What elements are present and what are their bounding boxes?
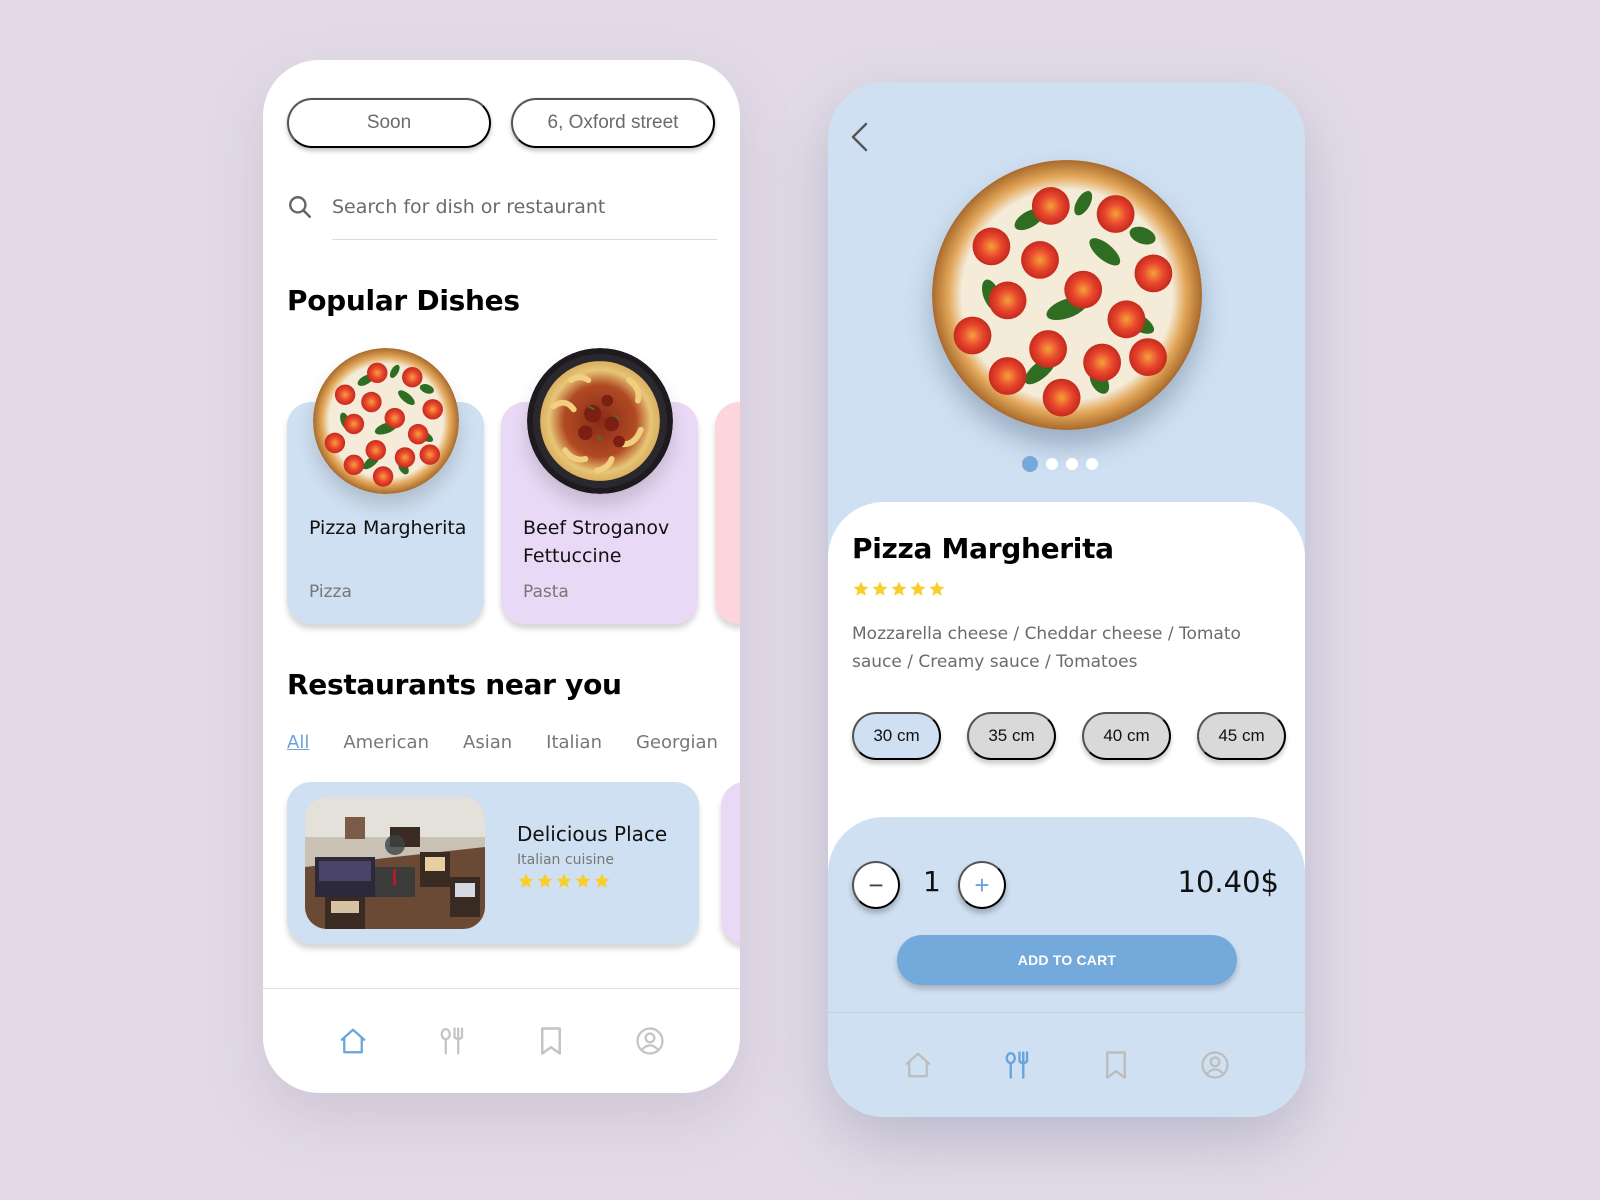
nav-home[interactable] [336, 1024, 370, 1058]
pizza-hero-image [932, 160, 1202, 430]
star-icon [929, 581, 945, 596]
home-screen: Soon 6, Oxford street Popular Dishes Piz… [263, 60, 740, 1093]
header-pills: Soon 6, Oxford street [287, 98, 715, 148]
dish-card-pizza-margherita[interactable]: Pizza Margherita Pizza [287, 402, 484, 624]
dish-title: Pizza Margherita [852, 532, 1114, 565]
size-option-30[interactable]: 30 cm [852, 712, 941, 760]
dish-category: Pasta [523, 582, 569, 602]
home-icon [340, 1028, 365, 1054]
star-icon [594, 873, 610, 888]
size-option-45[interactable]: 45 cm [1197, 712, 1286, 760]
search-bar [287, 188, 717, 240]
dish-category: Pizza [309, 582, 352, 602]
popular-dishes-heading: Popular Dishes [287, 284, 520, 317]
search-icon [289, 196, 312, 219]
carousel-indicator [1022, 456, 1098, 472]
dish-name: Beef Stroganov Fettuccine [523, 517, 670, 567]
bookmark-icon [1106, 1051, 1127, 1079]
dish-card-beef-stroganov[interactable]: Beef Stroganov Fettuccine Pasta [501, 348, 698, 624]
cutlery-icon [1005, 1051, 1029, 1079]
nav-profile[interactable] [633, 1024, 667, 1058]
add-to-cart-button[interactable]: ADD TO CART [897, 935, 1237, 985]
decrease-quantity-button[interactable]: − [852, 861, 900, 909]
nav-menu[interactable] [1000, 1048, 1034, 1082]
carousel-dot[interactable] [1086, 458, 1098, 470]
increase-quantity-button[interactable]: + [958, 861, 1006, 909]
restaurant-card-delicious-place[interactable]: Delicious Place Italian cuisine [287, 782, 699, 944]
size-option-35[interactable]: 35 cm [967, 712, 1056, 760]
restaurants-heading: Restaurants near you [287, 668, 622, 701]
dish-rating [852, 580, 946, 598]
nav-saved[interactable] [534, 1024, 568, 1058]
dish-name: Pizza Margherita [309, 517, 467, 539]
star-icon [518, 873, 534, 888]
filter-american[interactable]: American [343, 732, 429, 753]
profile-icon [636, 1027, 664, 1055]
star-icon [556, 873, 572, 888]
bottom-nav [828, 1012, 1305, 1117]
pasta-image [527, 348, 673, 494]
star-icon [575, 873, 591, 888]
star-icon [853, 581, 869, 596]
star-icon [537, 873, 553, 888]
filter-asian[interactable]: Asian [463, 732, 512, 753]
nav-saved[interactable] [1099, 1048, 1133, 1082]
chevron-left-icon[interactable] [848, 120, 872, 154]
bottom-nav [263, 988, 740, 1093]
filter-italian[interactable]: Italian [546, 732, 602, 753]
cutlery-icon [440, 1027, 463, 1055]
dish-card-partial[interactable] [715, 402, 740, 624]
search-input[interactable] [332, 188, 717, 240]
price: 10.40$ [1177, 865, 1279, 899]
carousel-dot[interactable] [1022, 456, 1038, 472]
restaurant-image [305, 797, 485, 929]
delivery-time-button[interactable]: Soon [287, 98, 491, 148]
bookmark-icon [541, 1027, 562, 1055]
restaurant-rating [517, 872, 611, 890]
star-icon [910, 581, 926, 596]
cuisine-filter-tabs: All American Asian Italian Georgian [287, 732, 718, 753]
star-icon [872, 581, 888, 596]
restaurant-cuisine: Italian cuisine [517, 852, 615, 868]
carousel-dot[interactable] [1046, 458, 1058, 470]
dish-ingredients: Mozzarella cheese / Cheddar cheese / Tom… [852, 624, 1241, 672]
star-icon [891, 581, 907, 596]
profile-icon [1201, 1051, 1229, 1079]
restaurant-name: Delicious Place [517, 822, 668, 846]
filter-georgian[interactable]: Georgian [636, 732, 718, 753]
filter-all[interactable]: All [287, 732, 309, 753]
quantity-value: 1 [923, 865, 941, 898]
restaurant-card-partial[interactable] [721, 782, 740, 944]
carousel-dot[interactable] [1066, 458, 1078, 470]
address-button[interactable]: 6, Oxford street [511, 98, 715, 148]
nav-menu[interactable] [435, 1024, 469, 1058]
dish-detail-screen: Pizza Margherita Mozzarella cheese / Che… [828, 82, 1305, 1117]
nav-home[interactable] [901, 1048, 935, 1082]
size-selector: 30 cm 35 cm 40 cm 45 cm [852, 712, 1286, 760]
cart-panel: − 1 + 10.40$ ADD TO CART [828, 817, 1305, 1117]
size-option-40[interactable]: 40 cm [1082, 712, 1171, 760]
pizza-image [313, 348, 459, 494]
home-icon [905, 1052, 930, 1078]
nav-profile[interactable] [1198, 1048, 1232, 1082]
